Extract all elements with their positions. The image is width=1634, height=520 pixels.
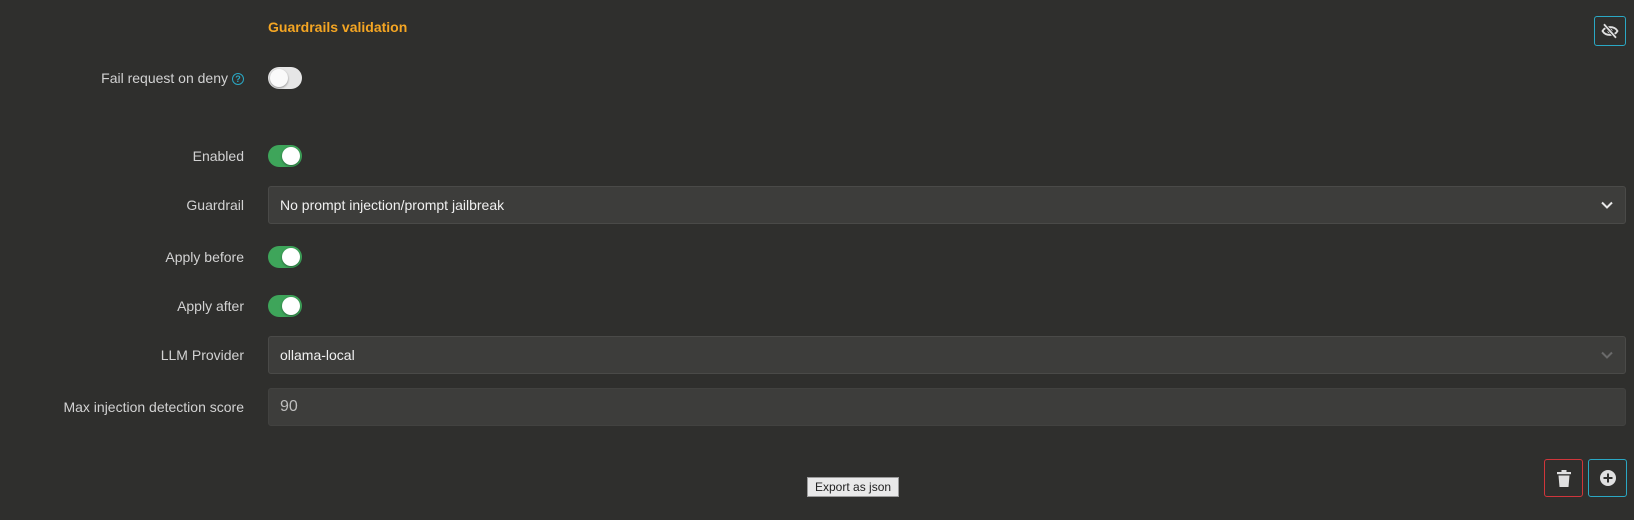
toggle-knob [282, 147, 300, 165]
delete-button[interactable] [1544, 459, 1583, 497]
question-circle-icon[interactable]: ? [232, 73, 244, 85]
toggle-knob [282, 248, 300, 266]
llm-provider-label: LLM Provider [160, 347, 244, 363]
enabled-label: Enabled [192, 148, 244, 164]
add-button[interactable] [1588, 459, 1627, 497]
trash-icon [1556, 469, 1571, 487]
max-score-label: Max injection detection score [63, 399, 244, 415]
guardrail-row: Guardrail No prompt injection/prompt jai… [0, 186, 1634, 224]
fail-on-deny-label: Fail request on deny [101, 70, 228, 86]
chevron-down-icon [1601, 351, 1613, 359]
plus-circle-icon [1599, 470, 1616, 486]
llm-provider-row: LLM Provider ollama-local [0, 336, 1634, 374]
llm-provider-select[interactable]: ollama-local [268, 336, 1626, 374]
apply-before-row: Apply before [0, 246, 1634, 270]
apply-after-row: Apply after [0, 295, 1634, 319]
guardrail-select[interactable]: No prompt injection/prompt jailbreak [268, 186, 1626, 224]
apply-after-label: Apply after [177, 298, 244, 314]
apply-after-toggle[interactable] [268, 295, 302, 317]
llm-provider-value: ollama-local [280, 347, 355, 363]
toggle-knob [270, 69, 288, 87]
guardrail-value: No prompt injection/prompt jailbreak [280, 197, 505, 213]
fail-on-deny-row: Fail request on deny? [0, 67, 1634, 91]
section-title: Guardrails validation [268, 19, 408, 35]
chevron-down-icon [1601, 201, 1613, 209]
fail-on-deny-label-group: Fail request on deny? [101, 70, 244, 86]
guardrail-label: Guardrail [186, 197, 244, 213]
enabled-row: Enabled [0, 145, 1634, 169]
hide-section-button[interactable] [1594, 16, 1626, 46]
apply-before-toggle[interactable] [268, 246, 302, 268]
toggle-knob [282, 297, 300, 315]
apply-before-label: Apply before [165, 249, 244, 265]
max-score-row: Max injection detection score 90 [0, 388, 1634, 426]
fail-on-deny-toggle[interactable] [268, 67, 302, 89]
enabled-toggle[interactable] [268, 145, 302, 167]
max-score-input[interactable]: 90 [268, 388, 1626, 426]
eye-slash-icon [1601, 23, 1619, 39]
export-json-tooltip: Export as json [807, 477, 900, 497]
